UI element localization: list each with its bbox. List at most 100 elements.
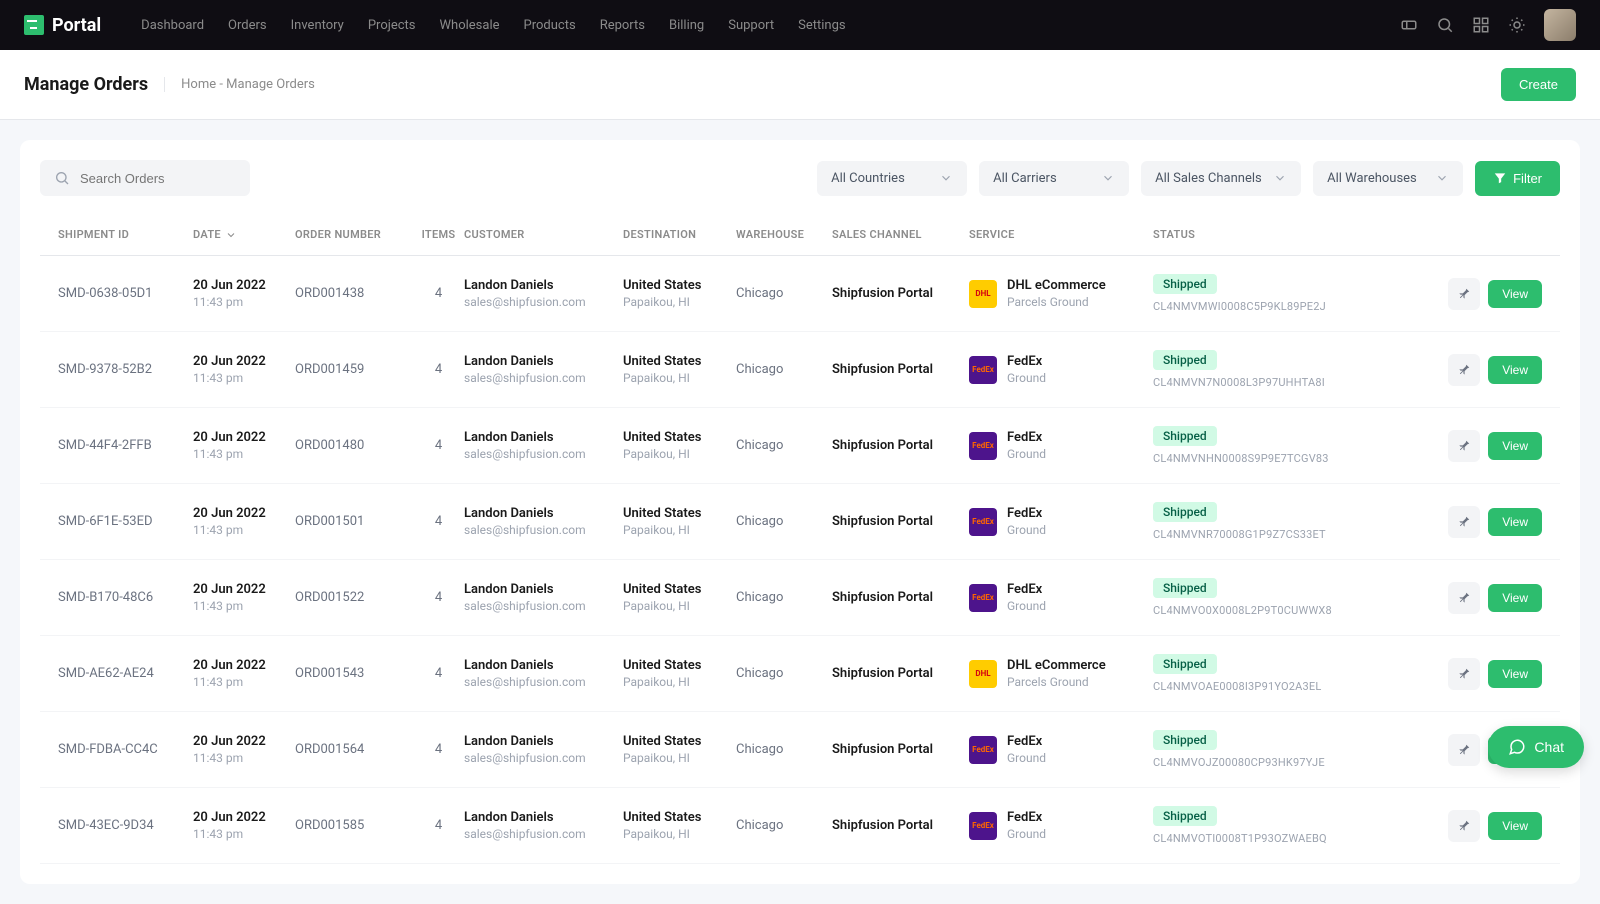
logo-icon bbox=[24, 15, 44, 35]
table-row: SMD-44F4-2FFB20 Jun 202211:43 pmORD00148… bbox=[40, 408, 1560, 484]
table-row: SMD-B170-48C620 Jun 202211:43 pmORD00152… bbox=[40, 560, 1560, 636]
pin-button[interactable] bbox=[1448, 506, 1480, 538]
cell-date: 20 Jun 202211:43 pm bbox=[193, 734, 295, 765]
cell-status: Shipped CL4NMVOTI0008T1P93OZWAEBQ bbox=[1153, 806, 1403, 845]
carrier-logo-icon: FedEx bbox=[969, 356, 997, 384]
pin-button[interactable] bbox=[1448, 278, 1480, 310]
cell-shipment-id: SMD-FDBA-CC4C bbox=[58, 742, 193, 757]
nav-item-projects[interactable]: Projects bbox=[368, 18, 416, 33]
cell-actions: View bbox=[1403, 810, 1542, 842]
cell-status: ShippedCL4NMVNR70008G1P9Z7CS33ET bbox=[1153, 502, 1403, 541]
cell-status: ShippedCL4NMVOAE0008I3P91YO2A3EL bbox=[1153, 654, 1403, 693]
tracking-number: CL4NMVNR70008G1P9Z7CS33ET bbox=[1153, 528, 1403, 541]
cell-customer: Landon Danielssales@shipfusion.com bbox=[464, 354, 623, 385]
nav-item-products[interactable]: Products bbox=[524, 18, 576, 33]
cell-customer: Landon Danielssales@shipfusion.com bbox=[464, 506, 623, 537]
col-date[interactable]: DATE bbox=[193, 228, 295, 241]
tracking-number: CL4NMVOTI0008T1P93OZWAEBQ bbox=[1153, 832, 1403, 845]
nav-item-billing[interactable]: Billing bbox=[669, 18, 704, 33]
pin-button[interactable] bbox=[1448, 430, 1480, 462]
cell-status: ShippedCL4NMVO0X0008L2P9T0CUWWX8 bbox=[1153, 578, 1403, 617]
user-avatar[interactable] bbox=[1544, 9, 1576, 41]
cell-date: 20 Jun 202211:43 pm bbox=[193, 810, 295, 841]
cell-destination: United StatesPapaikou, HI bbox=[623, 354, 736, 385]
view-button[interactable]: View bbox=[1488, 280, 1542, 308]
cell-status: ShippedCL4NMVOJZ00080CP93HK97YJE bbox=[1153, 730, 1403, 769]
chat-widget[interactable]: Chat bbox=[1488, 726, 1584, 768]
col-status[interactable]: STATUS bbox=[1153, 228, 1403, 241]
filter-button[interactable]: Filter bbox=[1475, 161, 1560, 196]
col-order-number[interactable]: ORDER NUMBER bbox=[295, 228, 413, 241]
nav-item-reports[interactable]: Reports bbox=[600, 18, 645, 33]
status-badge: Shipped bbox=[1153, 806, 1217, 826]
carrier-logo-icon: FedEx bbox=[969, 736, 997, 764]
cell-destination: United StatesPapaikou, HI bbox=[623, 810, 736, 841]
cell-items: 4 bbox=[413, 590, 464, 605]
nav-item-inventory[interactable]: Inventory bbox=[291, 18, 344, 33]
cell-date: 20 Jun 202211:43 pm bbox=[193, 506, 295, 537]
view-button[interactable]: View bbox=[1488, 356, 1542, 384]
cell-warehouse: Chicago bbox=[736, 438, 832, 453]
pin-icon bbox=[1457, 667, 1471, 681]
cell-shipment-id: SMD-44F4-2FFB bbox=[58, 438, 193, 453]
breadcrumb-separator: - bbox=[219, 77, 223, 92]
search-input[interactable] bbox=[80, 171, 236, 186]
nav-item-dashboard[interactable]: Dashboard bbox=[141, 18, 204, 33]
carriers-label: All Carriers bbox=[993, 171, 1057, 186]
view-button[interactable]: View bbox=[1488, 812, 1542, 840]
pin-button[interactable] bbox=[1448, 354, 1480, 386]
cell-customer: Landon Danielssales@shipfusion.com bbox=[464, 582, 623, 613]
pin-button[interactable] bbox=[1448, 582, 1480, 614]
col-service[interactable]: SERVICE bbox=[969, 228, 1153, 241]
col-items[interactable]: ITEMS bbox=[413, 228, 464, 241]
brand-logo[interactable]: Portal bbox=[24, 15, 101, 36]
col-destination[interactable]: DESTINATION bbox=[623, 228, 736, 241]
countries-dropdown[interactable]: All Countries bbox=[817, 161, 967, 196]
search-box[interactable] bbox=[40, 160, 250, 196]
tracking-number: CL4NMVN7N0008L3P97UHHTA8I bbox=[1153, 376, 1403, 389]
table-row: SMD-0638-05D120 Jun 202211:43 pmORD00143… bbox=[40, 256, 1560, 332]
tracking-number: CL4NMVOJZ00080CP93HK97YJE bbox=[1153, 756, 1403, 769]
cell-shipment-id: SMD-6F1E-53ED bbox=[58, 514, 193, 529]
theme-toggle-icon[interactable] bbox=[1508, 16, 1526, 34]
pin-icon bbox=[1457, 287, 1471, 301]
carriers-dropdown[interactable]: All Carriers bbox=[979, 161, 1129, 196]
pin-button[interactable] bbox=[1448, 658, 1480, 690]
pin-button[interactable] bbox=[1448, 810, 1480, 842]
breadcrumb-current: Manage Orders bbox=[226, 77, 315, 92]
cell-warehouse: Chicago bbox=[736, 514, 832, 529]
create-button[interactable]: Create bbox=[1501, 68, 1576, 101]
cell-order-number: ORD001585 bbox=[295, 818, 413, 833]
search-icon[interactable] bbox=[1436, 16, 1454, 34]
view-button[interactable]: View bbox=[1488, 432, 1542, 460]
view-button[interactable]: View bbox=[1488, 584, 1542, 612]
col-customer[interactable]: CUSTOMER bbox=[464, 228, 623, 241]
channels-dropdown[interactable]: All Sales Channels bbox=[1141, 161, 1301, 196]
apps-grid-icon[interactable] bbox=[1472, 16, 1490, 34]
nav-item-support[interactable]: Support bbox=[728, 18, 774, 33]
cell-status: ShippedCL4NMVMWI0008C5P9KL89PE2J bbox=[1153, 274, 1403, 313]
breadcrumb-home[interactable]: Home bbox=[181, 77, 216, 92]
col-sales-channel[interactable]: SALES CHANNEL bbox=[832, 228, 969, 241]
col-shipment-id[interactable]: SHIPMENT ID bbox=[58, 228, 193, 241]
view-button[interactable]: View bbox=[1488, 660, 1542, 688]
col-warehouse[interactable]: WAREHOUSE bbox=[736, 228, 832, 241]
cell-shipment-id: SMD-9378-52B2 bbox=[58, 362, 193, 377]
cell-order-number: ORD001522 bbox=[295, 590, 413, 605]
nav-item-orders[interactable]: Orders bbox=[228, 18, 267, 33]
cell-customer: Landon Danielssales@shipfusion.com bbox=[464, 810, 623, 841]
ticket-icon[interactable] bbox=[1400, 16, 1418, 34]
nav-item-settings[interactable]: Settings bbox=[798, 18, 845, 33]
nav-item-wholesale[interactable]: Wholesale bbox=[440, 18, 500, 33]
cell-service: FedExFedExGround bbox=[969, 506, 1153, 537]
cell-service: DHLDHL eCommerceParcels Ground bbox=[969, 278, 1153, 309]
pin-button[interactable] bbox=[1448, 734, 1480, 766]
breadcrumb: Home - Manage Orders bbox=[164, 77, 315, 92]
cell-date: 20 Jun 202211:43 pm bbox=[193, 430, 295, 461]
cell-warehouse: Chicago bbox=[736, 590, 832, 605]
table-row: SMD-6F1E-53ED20 Jun 202211:43 pmORD00150… bbox=[40, 484, 1560, 560]
table-row: SMD-FDBA-CC4C20 Jun 202211:43 pmORD00156… bbox=[40, 712, 1560, 788]
warehouses-dropdown[interactable]: All Warehouses bbox=[1313, 161, 1463, 196]
cell-destination: United StatesPapaikou, HI bbox=[623, 278, 736, 309]
view-button[interactable]: View bbox=[1488, 508, 1542, 536]
